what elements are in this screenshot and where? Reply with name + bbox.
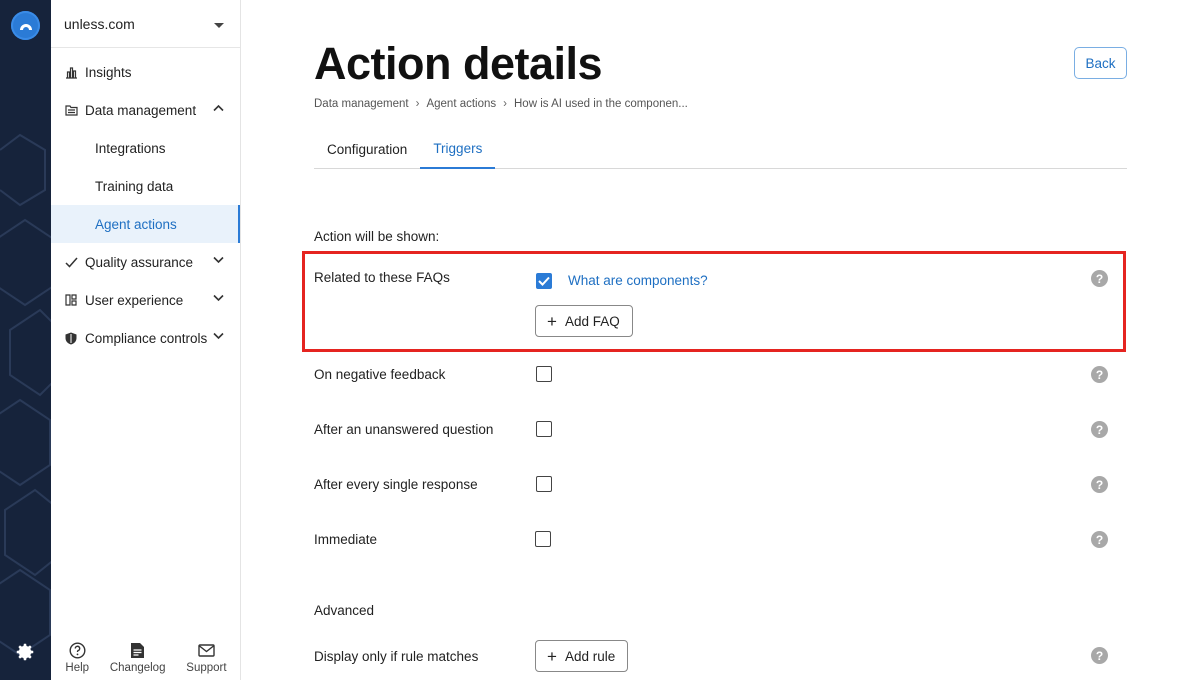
help-icon[interactable]: ? <box>1091 270 1108 287</box>
sidebar-item-insights[interactable]: Insights <box>51 53 240 91</box>
breadcrumb-item-current: How is AI used in the componen... <box>514 98 688 110</box>
sidebar-item-label: Insights <box>85 64 132 80</box>
plus-icon: + <box>547 311 557 331</box>
highlight-box <box>302 251 1126 352</box>
faq-link[interactable]: What are components? <box>568 273 708 288</box>
page-title: Action details <box>314 38 603 89</box>
main-content: Action details Back Data management › Ag… <box>241 0 1200 680</box>
shield-icon <box>64 331 78 345</box>
chevron-up-icon <box>213 104 224 112</box>
breadcrumb-separator-icon: › <box>503 98 507 110</box>
support-button[interactable]: Support <box>186 642 227 674</box>
sidebar-item-user-experience[interactable]: User experience <box>51 281 240 319</box>
sidebar-subitem-agent-actions[interactable]: Agent actions <box>51 205 240 243</box>
tab-bar: Configuration Triggers <box>314 130 1127 169</box>
sidebar-item-data-management[interactable]: Data management <box>51 91 240 129</box>
chevron-down-icon <box>213 332 224 340</box>
rule-label: Display only if rule matches <box>314 649 479 664</box>
support-label: Support <box>186 662 227 674</box>
trigger-label-immediate: Immediate <box>314 532 378 547</box>
org-switcher[interactable]: unless.com <box>51 0 240 48</box>
section-heading-shown: Action will be shown: <box>314 229 440 244</box>
logo-icon <box>19 23 32 30</box>
help-icon[interactable]: ? <box>1091 476 1108 493</box>
chevron-down-icon <box>213 256 224 264</box>
add-rule-button[interactable]: + Add rule <box>535 640 629 672</box>
check-icon <box>538 276 550 286</box>
negative-feedback-checkbox[interactable] <box>536 366 552 382</box>
plus-icon: + <box>547 646 557 666</box>
help-icon[interactable]: ? <box>1091 421 1108 438</box>
add-rule-label: Add rule <box>564 648 616 664</box>
related-faqs-label: Related to these FAQs <box>314 270 450 285</box>
sidebar-item-label: Data management <box>85 102 197 118</box>
sidebar: unless.com Insights Data management Inte… <box>51 0 241 680</box>
unanswered-question-checkbox[interactable] <box>536 421 552 437</box>
org-name: unless.com <box>64 15 135 32</box>
help-icon[interactable]: ? <box>1091 366 1108 383</box>
sidebar-item-label: Compliance controls <box>85 330 208 346</box>
changelog-button[interactable]: Changelog <box>109 642 166 674</box>
document-icon <box>131 643 145 658</box>
tab-configuration[interactable]: Configuration <box>314 130 420 169</box>
add-faq-label: Add FAQ <box>564 313 620 329</box>
sidebar-item-compliance-controls[interactable]: Compliance controls <box>51 319 240 357</box>
folder-icon <box>64 103 78 117</box>
changelog-label: Changelog <box>109 662 166 674</box>
trigger-label-negative-feedback: On negative feedback <box>314 367 446 382</box>
help-label: Help <box>65 662 90 674</box>
breadcrumb-item-data-management[interactable]: Data management <box>314 98 409 110</box>
sidebar-subitem-training-data[interactable]: Training data <box>51 167 240 205</box>
checkmark-icon <box>64 255 78 269</box>
section-heading-advanced: Advanced <box>314 603 375 618</box>
bar-chart-icon <box>64 65 78 79</box>
help-icon[interactable]: ? <box>1091 531 1108 548</box>
breadcrumb-item-agent-actions[interactable]: Agent actions <box>426 98 496 110</box>
sidebar-item-quality-assurance[interactable]: Quality assurance <box>51 243 240 281</box>
help-button[interactable]: Help <box>65 642 89 674</box>
add-faq-button[interactable]: + Add FAQ <box>535 305 633 337</box>
app-rail <box>0 0 51 680</box>
rail-pattern <box>0 133 51 657</box>
back-button[interactable]: Back <box>1074 47 1127 79</box>
caret-down-icon <box>214 22 224 28</box>
immediate-checkbox[interactable] <box>535 531 551 547</box>
sidebar-item-label: Quality assurance <box>85 254 194 270</box>
app-logo[interactable] <box>11 11 40 40</box>
every-response-checkbox[interactable] <box>536 476 552 492</box>
related-faqs-checkbox[interactable] <box>536 273 552 289</box>
breadcrumb: Data management › Agent actions › How is… <box>314 98 688 110</box>
mail-icon <box>198 644 215 657</box>
breadcrumb-separator-icon: › <box>415 98 420 110</box>
trigger-label-unanswered-question: After an unanswered question <box>314 422 494 437</box>
sidebar-footer: Help Changelog Support <box>51 642 241 674</box>
settings-gear-icon[interactable] <box>14 641 36 663</box>
chevron-down-icon <box>213 294 224 302</box>
sidebar-subitem-integrations[interactable]: Integrations <box>51 129 240 167</box>
trigger-label-every-response: After every single response <box>314 477 478 492</box>
tab-triggers[interactable]: Triggers <box>420 130 496 169</box>
layout-icon <box>64 293 78 307</box>
help-circle-icon <box>69 642 86 659</box>
sidebar-item-label: User experience <box>85 292 184 308</box>
help-icon[interactable]: ? <box>1091 647 1108 664</box>
